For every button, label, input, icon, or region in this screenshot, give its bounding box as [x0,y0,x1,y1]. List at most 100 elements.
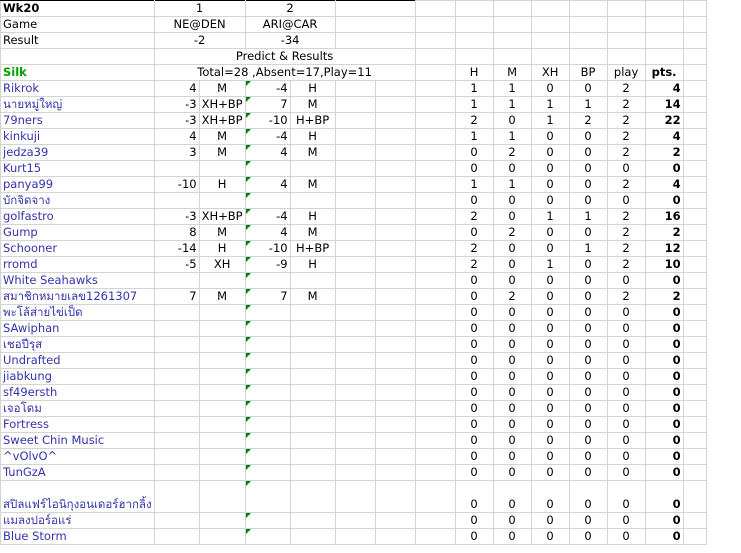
empty-cell-cell[interactable] [682,144,707,161]
count-xh-cell[interactable]: 0 [530,480,570,513]
empty-cell-cell[interactable] [334,288,376,305]
empty-cell[interactable] [644,48,684,65]
count-bp-cell[interactable]: 0 [568,176,608,193]
count-xh-cell[interactable]: 0 [530,192,570,209]
empty-cell-cell[interactable] [682,160,707,177]
count-h-cell[interactable]: 0 [454,480,494,513]
empty-cell-cell[interactable] [334,368,376,385]
count-bp-cell[interactable]: 0 [568,160,608,177]
player-name-cell[interactable]: panya99 [0,176,155,193]
empty-cell[interactable] [0,48,155,65]
result-label-cell[interactable]: Result [0,32,155,49]
game1-pick-cell[interactable]: -14 [153,240,200,257]
empty-cell[interactable] [606,16,646,33]
game1-outcome-cell[interactable]: M [198,144,246,161]
count-m-cell[interactable]: 1 [492,96,532,113]
game2-pick-cell[interactable]: -4 [244,208,291,225]
empty-cell[interactable] [606,32,646,49]
empty-cell[interactable] [568,16,608,33]
empty-cell-cell[interactable] [374,512,416,529]
game1-outcome-cell[interactable]: XH+BP [198,96,246,113]
empty-cell-cell[interactable] [682,432,707,449]
count-bp-cell[interactable]: 0 [568,368,608,385]
game1-outcome-cell[interactable] [198,160,246,177]
count-play-cell[interactable]: 2 [606,288,646,305]
count-bp-cell[interactable]: 0 [568,336,608,353]
empty-cell-cell[interactable] [374,448,416,465]
game2-pick-cell[interactable] [244,448,291,465]
count-xh-cell[interactable]: 0 [530,352,570,369]
player-name-cell[interactable]: rromd [0,256,155,273]
game2-pick-cell[interactable]: 7 [244,288,291,305]
count-bp-cell[interactable]: 0 [568,320,608,337]
count-h-cell[interactable]: 2 [454,208,494,225]
count-h-cell[interactable]: 0 [454,448,494,465]
empty-cell-cell[interactable] [414,144,456,161]
points-cell[interactable]: 22 [644,112,684,129]
count-play-cell[interactable]: 2 [606,128,646,145]
points-cell[interactable]: 0 [644,336,684,353]
game2-outcome-cell[interactable]: H+BP [289,112,336,129]
empty-cell[interactable] [454,32,494,49]
count-xh-cell[interactable]: 0 [530,288,570,305]
empty-cell-cell[interactable] [682,224,707,241]
empty-cell[interactable] [492,16,532,33]
player-name-cell[interactable]: Kurt15 [0,160,155,177]
empty-cell-cell[interactable] [374,304,416,321]
empty-cell-cell[interactable] [414,336,456,353]
empty-cell-cell[interactable] [682,176,707,193]
empty-cell-cell[interactable] [374,432,416,449]
game2-pick-cell[interactable] [244,336,291,353]
empty-cell[interactable] [568,48,608,65]
count-m-cell[interactable]: 0 [492,240,532,257]
count-bp-cell[interactable]: 1 [568,208,608,225]
game1-pick-cell[interactable]: -3 [153,112,200,129]
count-m-cell[interactable]: 0 [492,160,532,177]
empty-cell-cell[interactable] [374,224,416,241]
points-cell[interactable]: 12 [644,240,684,257]
player-name-cell[interactable]: สปิลแฟร์ไอนิกุงอนเดอร์ฮากลิ้ง [0,480,155,513]
empty-cell[interactable] [492,32,532,49]
count-play-cell[interactable]: 0 [606,352,646,369]
points-cell[interactable]: 14 [644,96,684,113]
game2-outcome-cell[interactable]: M [289,288,336,305]
game2-pick-cell[interactable] [244,480,291,513]
game1-outcome-cell[interactable] [198,352,246,369]
count-xh-cell[interactable]: 0 [530,448,570,465]
count-play-cell[interactable]: 0 [606,480,646,513]
count-xh-cell[interactable]: 0 [530,432,570,449]
player-name-cell[interactable]: TunGzA [0,464,155,481]
points-cell[interactable]: 0 [644,304,684,321]
count-m-cell[interactable]: 2 [492,288,532,305]
game2-outcome-cell[interactable] [289,272,336,289]
empty-cell-cell[interactable] [414,208,456,225]
count-xh-cell[interactable]: 0 [530,336,570,353]
count-xh-cell[interactable]: 0 [530,464,570,481]
count-m-cell[interactable]: 0 [492,352,532,369]
game2-pick-cell[interactable]: -10 [244,112,291,129]
empty-cell-cell[interactable] [374,208,416,225]
count-play-cell[interactable]: 2 [606,224,646,241]
game1-pick-cell[interactable] [153,448,200,465]
game-label-cell[interactable]: Game [0,16,155,33]
game2-pick-cell[interactable] [244,400,291,417]
empty-cell-cell[interactable] [682,128,707,145]
empty-cell-cell[interactable] [374,368,416,385]
count-xh-cell[interactable]: 0 [530,368,570,385]
game1-number-cell[interactable]: 1 [153,0,246,17]
game2-pick-cell[interactable]: 7 [244,96,291,113]
count-m-cell[interactable]: 0 [492,448,532,465]
count-h-cell[interactable]: 0 [454,368,494,385]
empty-cell-cell[interactable] [682,400,707,417]
count-xh-cell[interactable]: 0 [530,128,570,145]
game1-pick-cell[interactable] [153,272,200,289]
points-cell[interactable]: 2 [644,224,684,241]
points-cell[interactable]: 0 [644,368,684,385]
game1-pick-cell[interactable]: 4 [153,128,200,145]
empty-cell-cell[interactable] [414,368,456,385]
empty-cell-cell[interactable] [334,160,376,177]
game2-outcome-cell[interactable] [289,416,336,433]
empty-cell-cell[interactable] [334,512,376,529]
game1-pick-cell[interactable] [153,336,200,353]
empty-cell[interactable] [414,16,456,33]
